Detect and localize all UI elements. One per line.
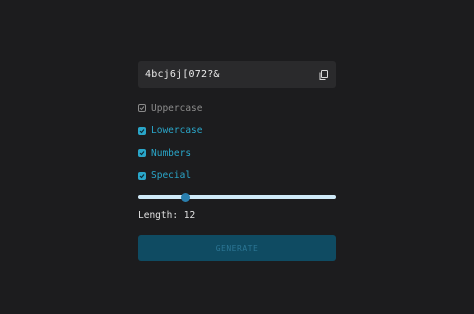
options-list: Uppercase Lowercase Numbers Special: [138, 102, 336, 182]
checkmark-icon: [139, 173, 145, 178]
checkmark-icon: [139, 151, 145, 156]
length-slider[interactable]: [138, 192, 336, 202]
numbers-label: Numbers: [151, 147, 192, 159]
slider-track[interactable]: [138, 195, 336, 199]
option-numbers[interactable]: Numbers: [138, 147, 336, 159]
generated-password: 4bcj6j[072?&: [145, 69, 220, 80]
copy-button[interactable]: [317, 69, 329, 81]
checkmark-icon: [139, 128, 145, 133]
slider-thumb[interactable]: [181, 193, 190, 202]
lowercase-checkbox[interactable]: [138, 126, 146, 135]
checkmark-icon: [139, 106, 145, 111]
option-uppercase[interactable]: Uppercase: [138, 102, 336, 114]
password-generator-panel: 4bcj6j[072?& Uppercase Lowercase Numbers…: [138, 61, 336, 261]
generate-button[interactable]: GENERATE: [138, 235, 336, 261]
uppercase-checkbox[interactable]: [138, 104, 146, 112]
uppercase-label: Uppercase: [151, 102, 203, 114]
option-special[interactable]: Special: [138, 170, 336, 182]
option-lowercase[interactable]: Lowercase: [138, 125, 336, 137]
password-output: 4bcj6j[072?&: [138, 61, 336, 88]
special-checkbox[interactable]: [138, 171, 146, 180]
lowercase-label: Lowercase: [151, 125, 203, 136]
copy-icon: [319, 69, 328, 80]
length-label: Length: 12: [138, 210, 196, 221]
numbers-checkbox[interactable]: [138, 149, 146, 157]
special-label: Special: [151, 170, 192, 181]
